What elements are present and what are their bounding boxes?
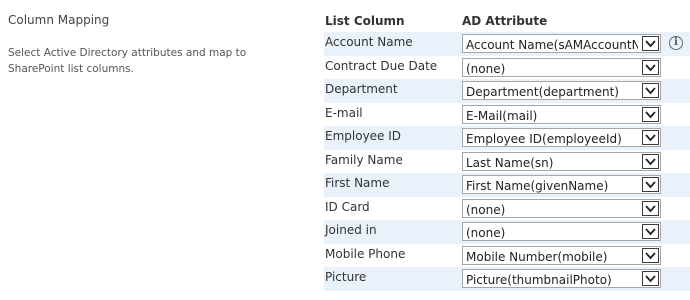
chevron-down-icon[interactable] xyxy=(642,271,659,286)
ad-attribute-selected-value: Department(department) xyxy=(466,85,619,99)
chevron-down-icon[interactable] xyxy=(642,177,659,192)
column-mapping-grid: List Column AD Attribute Account Name Acc… xyxy=(324,11,690,291)
ad-attribute-selected-value: First Name(givenName) xyxy=(466,179,609,193)
ad-attribute-selected-value: (none) xyxy=(466,226,506,240)
chevron-down-icon[interactable] xyxy=(642,59,659,75)
mapping-row: Mobile Phone Mobile Number(mobile) xyxy=(324,244,690,268)
ad-attribute-select[interactable]: Mobile Number(mobile) xyxy=(462,245,661,265)
chevron-down-icon[interactable] xyxy=(642,106,659,122)
column-mapping-title: Column Mapping xyxy=(8,13,110,27)
chevron-down-icon[interactable] xyxy=(642,36,659,51)
ad-attribute-select[interactable]: Account Name(sAMAccountName) xyxy=(462,34,661,53)
ad-attribute-selected-value: E-Mail(mail) xyxy=(466,108,538,123)
ad-attribute-select[interactable]: (none) xyxy=(462,57,661,77)
info-icon[interactable]: i xyxy=(669,36,683,50)
ad-attribute-selected-value: Account Name(sAMAccountName) xyxy=(466,38,638,52)
ad-attribute-select[interactable]: (none) xyxy=(462,198,661,218)
chevron-down-icon[interactable] xyxy=(642,224,659,239)
list-column-label: First Name xyxy=(325,176,390,190)
ad-attribute-select[interactable]: E-Mail(mail) xyxy=(462,104,661,124)
mapping-row: Joined in (none) xyxy=(324,220,690,244)
ad-attribute-select[interactable]: Picture(thumbnailPhoto) xyxy=(462,269,661,288)
ad-attribute-selected-value: Last Name(sn) xyxy=(466,155,554,170)
chevron-down-icon[interactable] xyxy=(642,247,659,263)
mapping-row: ID Card (none) xyxy=(324,197,690,221)
ad-attribute-select[interactable]: Department(department) xyxy=(462,81,661,100)
list-column-label: Mobile Phone xyxy=(325,246,406,261)
chevron-down-icon[interactable] xyxy=(642,153,659,169)
mapping-row: Department Department(department) xyxy=(324,79,690,103)
list-column-label: ID Card xyxy=(325,199,370,214)
ad-attribute-selected-value: (none) xyxy=(466,202,506,217)
mapping-row: First Name First Name(givenName) xyxy=(324,173,690,197)
list-column-label: Contract Due Date xyxy=(325,58,438,73)
column-mapping-description: Select Active Directory attributes and m… xyxy=(8,47,247,75)
list-column-label: Account Name xyxy=(325,35,413,49)
list-column-label: Joined in xyxy=(325,223,377,237)
ad-attribute-select[interactable]: (none) xyxy=(462,222,661,241)
mapping-row: E-mail E-Mail(mail) xyxy=(324,103,690,127)
chevron-down-icon[interactable] xyxy=(642,130,659,145)
list-column-header: List Column xyxy=(325,14,405,28)
ad-attribute-select[interactable]: Employee ID(employeeId) xyxy=(462,128,661,147)
mapping-row: Contract Due Date (none) xyxy=(324,56,690,80)
ad-attribute-select[interactable]: First Name(givenName) xyxy=(462,175,661,194)
ad-attribute-selected-value: Mobile Number(mobile) xyxy=(466,249,608,264)
list-column-label: E-mail xyxy=(325,105,363,120)
ad-attribute-selected-value: (none) xyxy=(466,61,506,76)
ad-attribute-selected-value: Employee ID(employeeId) xyxy=(466,132,622,146)
ad-attribute-header: AD Attribute xyxy=(462,14,548,28)
mapping-row: Account Name Account Name(sAMAccountName)… xyxy=(324,32,690,56)
chevron-down-icon[interactable] xyxy=(642,200,659,216)
list-column-label: Employee ID xyxy=(325,129,402,143)
list-column-label: Department xyxy=(325,82,398,96)
chevron-down-icon[interactable] xyxy=(642,83,659,98)
list-column-label: Family Name xyxy=(325,152,403,167)
ad-attribute-select[interactable]: Last Name(sn) xyxy=(462,151,661,171)
mapping-row: Picture Picture(thumbnailPhoto) xyxy=(324,267,690,291)
mapping-row: Employee ID Employee ID(employeeId) xyxy=(324,126,690,150)
list-column-label: Picture xyxy=(325,270,367,284)
grid-header: List Column AD Attribute xyxy=(324,11,690,32)
ad-attribute-selected-value: Picture(thumbnailPhoto) xyxy=(466,273,612,287)
mapping-row: Family Name Last Name(sn) xyxy=(324,150,690,174)
